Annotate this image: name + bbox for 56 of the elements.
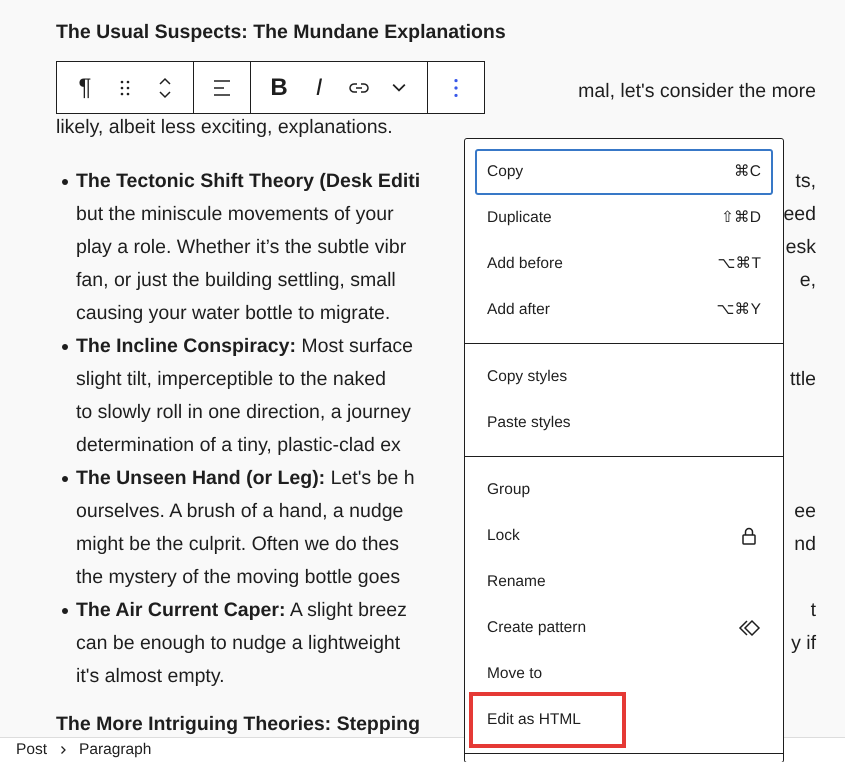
breadcrumb-link[interactable]: Paragraph: [79, 738, 152, 762]
paragraph-line: slight tilt, imperceptible to the naked: [76, 367, 386, 392]
menu-item[interactable]: Copy ⌘C: [475, 149, 773, 195]
paragraph-line: eed: [783, 202, 816, 227]
paragraph-line: fan, or just the building settling, small: [76, 268, 396, 293]
paragraph-line: the mystery of the moving bottle goes: [76, 565, 400, 590]
menu-item[interactable]: Paste styles: [475, 400, 773, 446]
paragraph-line: causing your water bottle to migrate.: [76, 301, 390, 326]
paragraph-line: The Unseen Hand (or Leg): Let's be h: [76, 466, 415, 491]
paragraph-line: but the miniscule movements of your: [76, 202, 394, 227]
menu-item[interactable]: Lock: [475, 513, 773, 559]
menu-item[interactable]: Add after ⌥⌘Y: [475, 287, 773, 333]
paragraph-line: y if: [791, 631, 816, 656]
section-heading: The Usual Suspects: The Mundane Explanations: [56, 20, 507, 45]
paragraph-line: can be enough to nudge a lightweight: [76, 631, 400, 656]
paragraph-line: ts,: [795, 169, 816, 194]
keyboard-shortcut: ⌥⌘Y: [716, 300, 761, 320]
paragraph-line: ourselves. A brush of a hand, a nudge: [76, 499, 404, 524]
toolbar-button[interactable]: B: [259, 64, 299, 110]
menu-item[interactable]: Edit as HTML: [475, 697, 773, 743]
paragraph-line: The Incline Conspiracy: Most surface: [76, 334, 414, 359]
paragraph-line: likely, albeit less exciting, explanations.: [56, 115, 393, 140]
breadcrumb-link[interactable]: Post: [16, 738, 48, 762]
keyboard-shortcut: ⇧⌘D: [720, 208, 761, 228]
paragraph-line: The Tectonic Shift Theory (Desk Editi: [76, 169, 420, 194]
section-heading: The More Intriguing Theories: Stepping: [56, 713, 420, 735]
paragraph-line: mal, let's consider the more: [578, 79, 816, 104]
menu-item[interactable]: Copy styles: [475, 354, 773, 400]
menu-item[interactable]: Move to: [475, 651, 773, 697]
bullet-dot: [62, 476, 68, 482]
bullet-dot: [62, 179, 68, 185]
paragraph-line: determination of a tiny, plastic-clad ex: [76, 433, 401, 458]
paragraph-line: to slowly roll in one direction, a journey: [76, 400, 411, 425]
paragraph-line: might be the culprit. Often we do thes: [76, 532, 400, 557]
paragraph-line: t: [810, 598, 816, 623]
paragraph-line: it's almost empty.: [76, 664, 225, 689]
chevron-down-icon: [392, 83, 406, 92]
more-options-icon: [454, 78, 458, 96]
toolbar-button[interactable]: ¶: [65, 64, 105, 110]
paragraph-line: esk: [786, 235, 816, 260]
menu-item[interactable]: Create pattern: [475, 605, 773, 651]
bullet-dot: [62, 344, 68, 350]
menu-item[interactable]: Group: [475, 467, 773, 513]
paragraph-line: The Air Current Caper: A slight breez: [76, 598, 407, 623]
paragraph-line: nd: [794, 532, 816, 557]
keyboard-shortcut: ⌘C: [734, 162, 761, 182]
menu-item[interactable]: Rename: [475, 559, 773, 605]
paragraph-line: ttle: [790, 367, 816, 392]
toolbar-button[interactable]: I: [299, 64, 339, 110]
paragraph-line: ee: [794, 499, 816, 524]
paragraph-line: play a role. Whether it’s the subtle vibr: [76, 235, 406, 260]
menu-item[interactable]: Add before ⌥⌘T: [475, 241, 773, 287]
paragraph-line: e,: [800, 268, 816, 293]
keyboard-shortcut: ⌥⌘T: [718, 254, 761, 274]
menu-item[interactable]: Duplicate ⇧⌘D: [475, 195, 773, 241]
bullet-dot: [62, 608, 68, 614]
